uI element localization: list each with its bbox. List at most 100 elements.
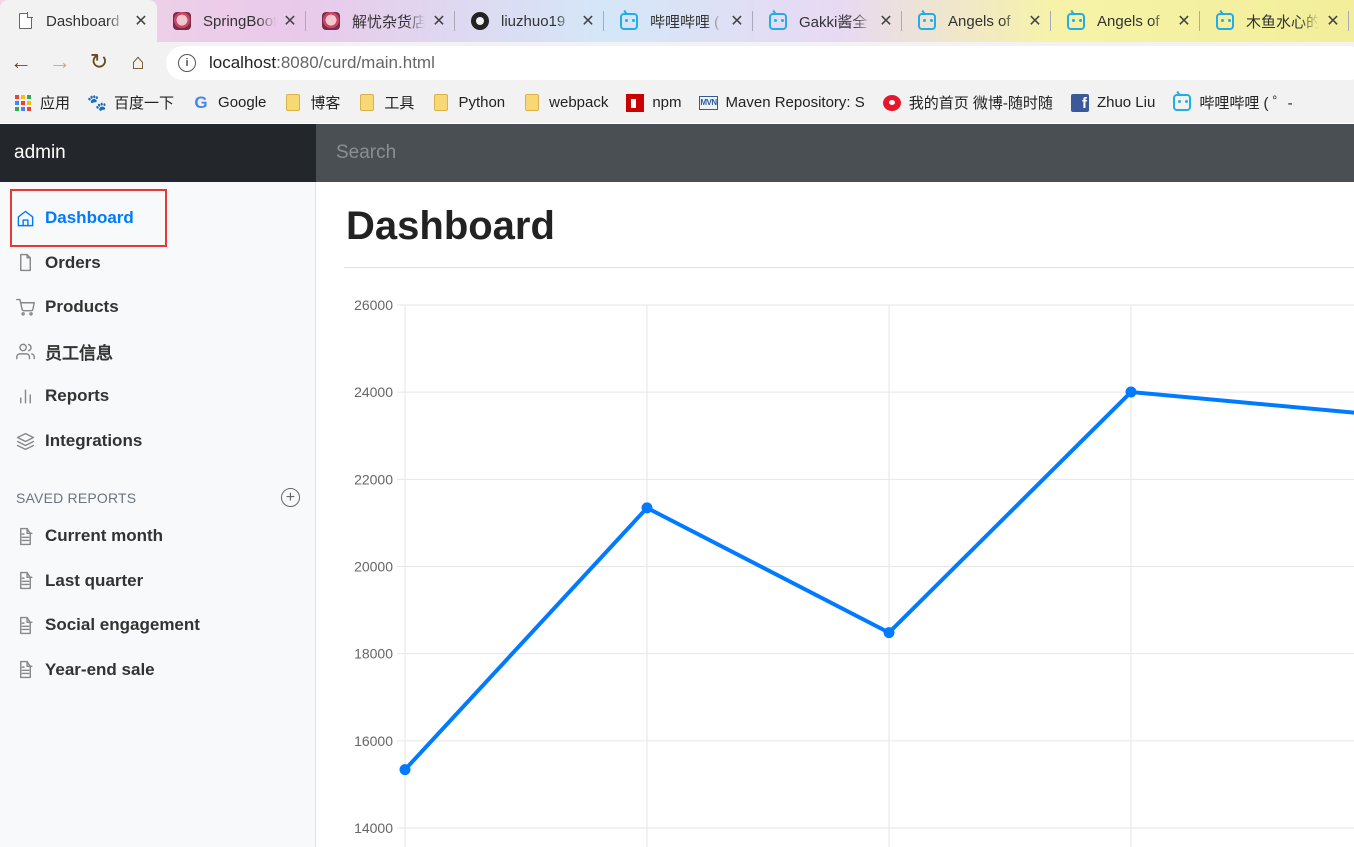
bookmark-item[interactable]: webpack [523, 94, 608, 112]
browser-tab[interactable]: Dashboard ✕ [0, 0, 157, 42]
search-input[interactable] [316, 124, 1354, 182]
folder-icon [432, 94, 450, 112]
browser-tab-strip: Dashboard ✕ SpringBoot ✕ 解忧杂货店 ✕ liuzhuo19 ✕ 哔哩哔… [0, 0, 1354, 42]
sidebar-item-label: Reports [45, 386, 110, 406]
browser-tab[interactable]: liuzhuo19 ✕ [455, 0, 604, 42]
browser-tab[interactable]: Gakki酱全 ✕ [753, 0, 902, 42]
saved-report-label: Last quarter [45, 570, 144, 590]
tab-separator [1348, 11, 1349, 31]
sidebar: SAVED REPORTS + Dashboard Orders Products 员… [0, 182, 316, 847]
close-tab-icon[interactable]: ✕ [729, 13, 745, 30]
browser-tab[interactable]: SpringBoot ✕ [157, 0, 306, 42]
home-button[interactable]: ⌂ [120, 46, 156, 78]
document-icon-glyph [18, 12, 33, 29]
tab-title: SpringBoot [203, 12, 276, 30]
browser-tab[interactable]: 木鱼水心的 ✕ [1200, 0, 1349, 42]
close-tab-icon[interactable]: ✕ [580, 13, 596, 30]
folder-icon [358, 94, 376, 112]
add-report-icon[interactable]: + [281, 488, 300, 507]
bilibili-icon-glyph [620, 12, 638, 30]
browser-tab[interactable]: 哔哩哔哩 (✕ [604, 0, 753, 42]
close-tab-icon[interactable]: ✕ [1027, 13, 1043, 30]
tab-title: 木鱼水心的 [1246, 13, 1319, 31]
bookmark-label: 哔哩哔哩 ( ゜- [1199, 95, 1293, 112]
close-tab-icon[interactable]: ✕ [133, 13, 149, 30]
sidebar-item-shopping-cart[interactable]: Products [0, 285, 316, 329]
anime-avatar-icon [173, 12, 191, 30]
close-tab-icon[interactable]: ✕ [431, 13, 447, 30]
forward-button[interactable]: → [42, 46, 78, 78]
y-tick-label: 24000 [354, 384, 393, 400]
sidebar-item-file[interactable]: Orders [0, 241, 316, 285]
file-text-icon [16, 527, 35, 546]
bookmark-item[interactable]: 🐾 百度一下 [87, 92, 174, 113]
address-bar[interactable]: i localhost:8080/curd/main.html [166, 46, 1354, 80]
y-tick-label: 14000 [354, 820, 393, 836]
browser-tab[interactable]: Angels of ✕ [1051, 0, 1200, 42]
github-icon [471, 12, 489, 30]
bookmark-item[interactable]: 应用 [14, 92, 70, 113]
bookmark-item[interactable]: npm [626, 93, 682, 112]
bar-chart-icon [16, 387, 35, 406]
reload-button[interactable]: ↻ [81, 46, 117, 78]
bookmark-item[interactable]: 博客 [284, 92, 340, 113]
bilibili-icon [918, 12, 936, 30]
bookmark-label: 应用 [40, 95, 71, 112]
bilibili-icon [769, 12, 787, 30]
sidebar-item-home[interactable]: Dashboard [0, 196, 316, 240]
bilibili-icon [1173, 94, 1192, 112]
users-icon [16, 342, 35, 361]
tab-title: Angels of [948, 12, 1011, 30]
tab-title: Gakki酱全 [799, 13, 868, 31]
saved-report-item[interactable]: Current month [0, 514, 316, 558]
bilibili-icon-glyph [769, 12, 787, 30]
sidebar-item-bar-chart[interactable]: Reports [0, 374, 316, 418]
npm-icon [626, 93, 645, 112]
folder-icon [523, 94, 541, 112]
browser-tab[interactable]: Angels of ✕ [902, 0, 1051, 42]
bookmark-label: npm [652, 94, 682, 111]
saved-report-item[interactable]: Social engagement [0, 603, 316, 647]
tab-title: Dashboard [46, 12, 120, 30]
saved-report-item[interactable]: Year-end sale [0, 648, 316, 692]
bookmark-item[interactable]: 哔哩哔哩 ( ゜- [1173, 92, 1293, 113]
apps-icon [14, 94, 32, 112]
y-tick-label: 16000 [354, 733, 393, 749]
brand-label[interactable]: admin [0, 124, 316, 182]
close-tab-icon[interactable]: ✕ [1176, 13, 1192, 30]
bookmark-item[interactable]: Python [432, 94, 505, 112]
y-tick-label: 18000 [354, 646, 393, 662]
saved-report-item[interactable]: Last quarter [0, 559, 316, 603]
browser-tab[interactable]: 解忧杂货店 ✕ [306, 0, 455, 42]
layers-icon [16, 432, 35, 451]
site-info-icon[interactable]: i [178, 54, 196, 72]
close-tab-icon[interactable]: ✕ [878, 13, 894, 30]
close-tab-icon[interactable]: ✕ [1325, 13, 1341, 30]
bookmark-item[interactable]: G Google [192, 93, 267, 112]
sidebar-item-users[interactable]: 员工信息 [0, 330, 316, 374]
sidebar-item-layers[interactable]: Integrations [0, 419, 316, 463]
main-content: Dashboard 26000 24000 22000 20000 18000 16000… [316, 182, 1354, 847]
file-text-icon [16, 616, 35, 635]
bilibili-icon-glyph [1067, 12, 1085, 30]
bookmark-item[interactable]: MVN Maven Repository: S [699, 94, 865, 112]
series-line [403, 390, 1354, 771]
bookmark-label: Google [218, 94, 267, 111]
saved-report-label: Current month [45, 526, 164, 545]
bookmark-label: Python [458, 94, 506, 111]
back-button[interactable]: ← [3, 46, 39, 78]
bookmark-item[interactable]: 工具 [358, 92, 414, 113]
maven-icon: MVN [699, 94, 718, 112]
close-tab-icon[interactable]: ✕ [282, 13, 298, 30]
weibo-icon [882, 94, 901, 112]
bookmark-item[interactable]: 我的首页 微博-随时随 [882, 92, 1053, 113]
url-text[interactable]: localhost:8080/curd/main.html [209, 53, 435, 73]
bookmark-label: Maven Repository: S [725, 94, 865, 111]
document-icon [16, 12, 34, 30]
bilibili-icon-glyph [1216, 12, 1234, 30]
bookmark-item[interactable]: f Zhuo Liu [1070, 93, 1155, 112]
bookmarks-bar: 应用 🐾 百度一下 G Google 博客 工具 Python webpack npm MVN Mav… [0, 82, 1354, 123]
bilibili-icon [1067, 12, 1085, 30]
tab-title: liuzhuo19 [501, 12, 566, 30]
anime-avatar-icon [322, 12, 340, 30]
